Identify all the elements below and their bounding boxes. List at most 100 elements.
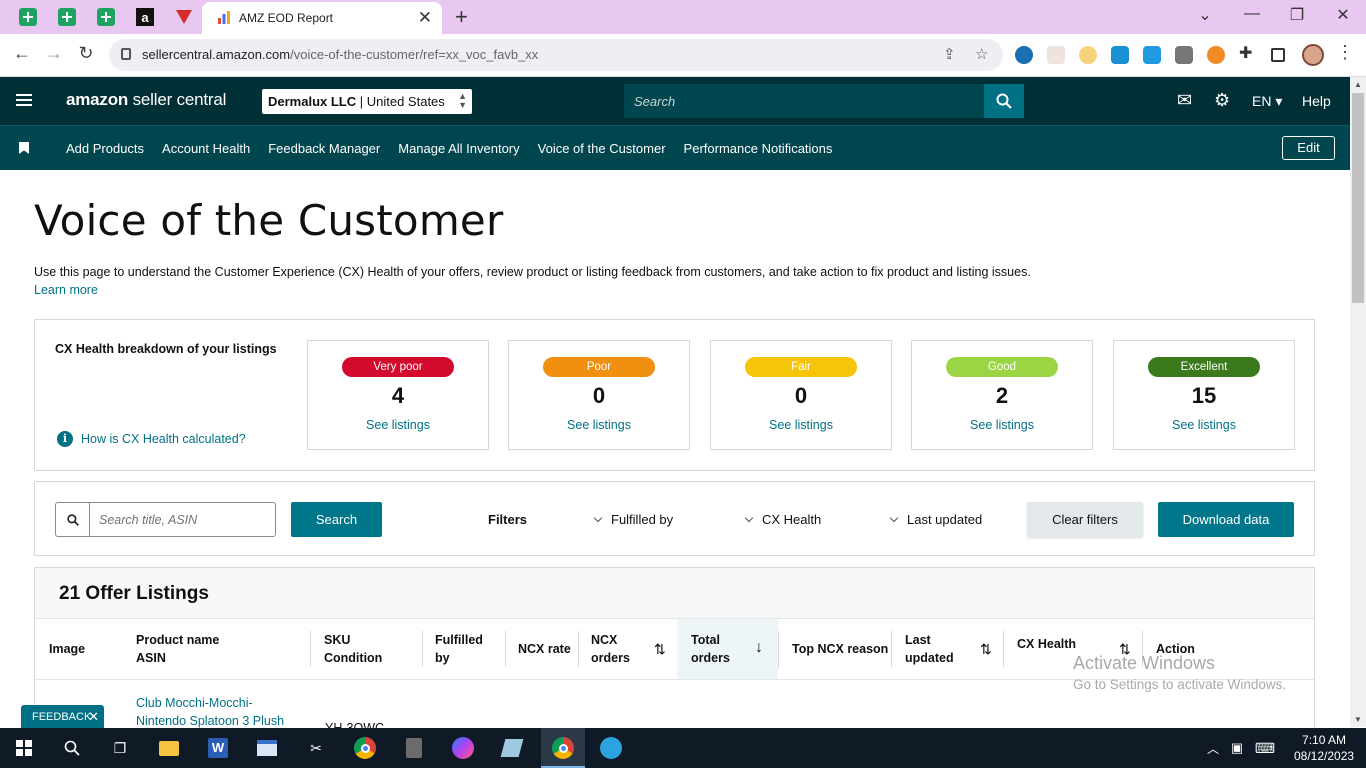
network-icon[interactable]: ▣ [1225,736,1249,760]
language-selector[interactable]: EN ▾ [1252,93,1282,110]
fulfilled-by-dropdown[interactable]: Fulfilled by [593,512,673,527]
hamburger-menu-icon[interactable] [16,94,32,106]
sheets-pinned-tab-1[interactable] [17,6,39,28]
back-icon[interactable]: ← [10,43,34,64]
learn-more-link[interactable]: Learn more [34,283,98,297]
last-updated-dropdown[interactable]: Last updated [889,512,982,527]
edit-nav-button[interactable]: Edit [1282,136,1335,160]
nav-link-performance-notifications[interactable]: Performance Notifications [684,141,833,156]
sort-descending-icon[interactable]: ↓ [755,639,763,657]
forward-icon[interactable]: → [42,43,66,64]
see-listings-excellent[interactable]: See listings [1114,418,1294,432]
snipping-tool-icon[interactable]: ✂ [304,736,328,760]
page-scrollbar[interactable]: ▲ ▼ [1350,77,1366,727]
cx-health-heading: CX Health breakdown of your listings [55,342,277,356]
see-listings-very-poor[interactable]: See listings [308,418,488,432]
col-sku[interactable]: SKU Condition [324,631,382,667]
nav-link-manage-inventory[interactable]: Manage All Inventory [398,141,519,156]
nav-link-feedback-manager[interactable]: Feedback Manager [268,141,380,156]
nav-link-account-health[interactable]: Account Health [162,141,250,156]
taskbar-search-icon[interactable] [60,736,84,760]
scrollbar-thumb[interactable] [1352,93,1364,303]
nav-link-add-products[interactable]: Add Products [66,141,144,156]
extension-icon-3[interactable] [1079,46,1097,64]
side-panel-icon[interactable] [1271,48,1285,62]
extensions-puzzle-icon[interactable]: ✚ [1239,43,1257,62]
extension-icon-1[interactable] [1015,46,1033,64]
restore-icon[interactable]: ❐ [1282,5,1312,25]
show-hidden-icons[interactable]: ︿ [1201,736,1225,760]
global-search-input[interactable] [624,84,984,118]
extension-icon-7[interactable] [1207,46,1225,64]
chrome-icon[interactable] [353,736,377,760]
cx-health-how-link[interactable]: i How is CX Health calculated? [57,431,246,447]
active-tab[interactable]: AMZ EOD Report ✕ [202,2,442,34]
windows-start-icon[interactable] [12,736,36,760]
see-listings-good[interactable]: See listings [912,418,1092,432]
bookmark-icon[interactable] [19,142,29,154]
app-window-icon[interactable] [255,736,279,760]
sheets-pinned-tab-3[interactable] [95,6,117,28]
cx-health-dropdown[interactable]: CX Health [744,512,821,527]
extension-icon-5[interactable] [1143,46,1161,64]
product-name-link[interactable]: Club Mocchi-Mocchi- Nintendo Splatoon 3 P… [136,694,284,730]
col-total-orders[interactable]: Total orders [691,631,730,667]
address-bar[interactable]: sellercentral.amazon.com/voice-of-the-cu… [109,39,1003,71]
seller-central-logo[interactable]: amazon seller central [66,90,226,110]
col-fulfilled-by[interactable]: Fulfilled by [435,631,483,667]
tab-search-chevron-icon[interactable]: ⌄ [1190,5,1220,25]
col-ncx-rate[interactable]: NCX rate [518,640,571,658]
col-top-ncx-reason[interactable]: Top NCX reason [792,640,888,658]
col-last-updated[interactable]: Last updated [905,631,954,667]
feedback-tab[interactable]: FEEDBACK ✕ [21,705,104,729]
task-view-icon[interactable]: ❐ [108,736,132,760]
scroll-down-icon[interactable]: ▼ [1354,715,1362,724]
close-feedback-icon[interactable]: ✕ [88,705,99,729]
minimize-icon[interactable]: — [1237,5,1267,23]
browser-menu-icon[interactable]: ⋮ [1336,42,1354,63]
file-explorer-icon[interactable] [157,736,181,760]
close-window-icon[interactable]: ✕ [1328,5,1358,25]
amazon-pinned-tab[interactable]: a [134,6,156,28]
extension-icon-2[interactable] [1047,46,1065,64]
windows-taskbar: ❐ W ✂ ︿ ▣ ⌨ 7:10 AM 08/12/2023 [0,728,1366,768]
word-icon[interactable]: W [206,736,230,760]
app-icon[interactable] [500,736,524,760]
activate-windows-watermark: Activate Windows Go to Settings to activ… [1073,653,1287,692]
profile-avatar[interactable] [1302,44,1324,66]
global-search-button[interactable] [984,84,1024,118]
see-listings-fair[interactable]: See listings [711,418,891,432]
nav-link-voice-of-customer[interactable]: Voice of the Customer [538,141,666,156]
sort-icon[interactable]: ⇅ [980,641,992,658]
listing-search-input[interactable] [91,503,271,536]
sheets-pinned-tab-2[interactable] [56,6,78,28]
account-switcher[interactable]: Dermalux LLC | United States ▲ ▼ [262,89,472,114]
taskbar-clock[interactable]: 7:10 AM 08/12/2023 [1294,732,1354,764]
fba-extension-icon[interactable] [1111,46,1129,64]
col-product-name[interactable]: Product name ASIN [136,631,219,667]
messenger-icon[interactable] [451,736,475,760]
download-data-button[interactable]: Download data [1158,502,1294,537]
mail-icon[interactable]: ✉ [1177,90,1192,111]
sort-icon[interactable]: ⇅ [654,641,666,658]
col-ncx-orders[interactable]: NCX orders [591,631,630,667]
calculator-icon[interactable] [402,736,426,760]
see-listings-poor[interactable]: See listings [509,418,689,432]
reload-icon[interactable]: ↻ [74,43,98,64]
extension-icon-6[interactable] [1175,46,1193,64]
clear-filters-button[interactable]: Clear filters [1027,502,1143,537]
chrome-profile-icon[interactable] [551,736,575,760]
listing-search-button[interactable]: Search [291,502,382,537]
share-icon[interactable]: ⇪ [943,45,956,63]
close-tab-icon[interactable]: ✕ [418,8,432,28]
new-tab-icon[interactable]: + [455,4,468,30]
help-link[interactable]: Help [1302,93,1331,109]
scroll-up-icon[interactable]: ▲ [1354,80,1362,89]
telegram-icon[interactable] [599,736,623,760]
bookmark-star-icon[interactable]: ☆ [975,45,988,63]
col-cx-health[interactable]: CX Health [1017,635,1076,653]
settings-gear-icon[interactable]: ⚙ [1214,90,1230,111]
keyboard-icon[interactable]: ⌨ [1253,736,1277,760]
listings-header: 21 Offer Listings [35,568,1314,619]
v-pinned-tab[interactable] [173,6,195,28]
